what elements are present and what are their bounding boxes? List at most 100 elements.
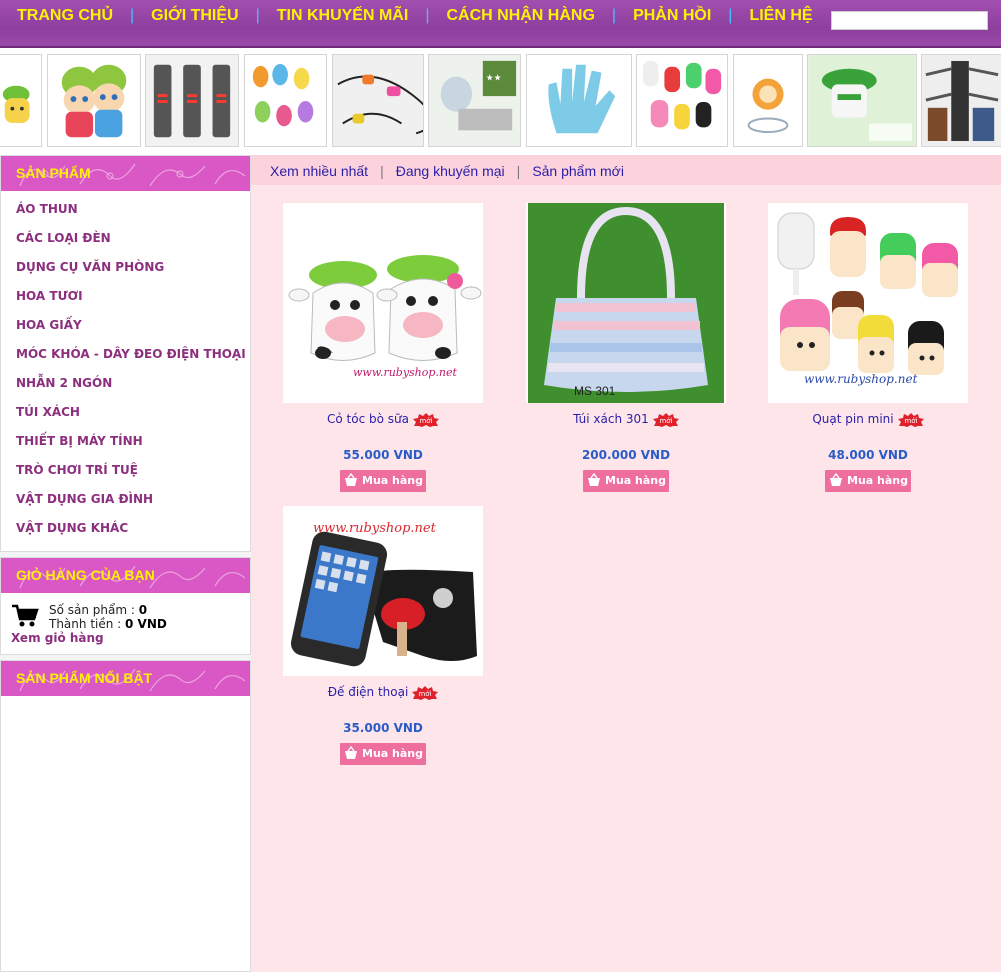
product-price: 55.000 VND xyxy=(343,448,423,462)
search-input[interactable] xyxy=(831,11,988,30)
cart-box-header: GIỎ HÀNG CỦA BẠN xyxy=(1,558,250,593)
banner-thumb-slicer[interactable]: ★★ xyxy=(428,54,521,147)
basket-icon xyxy=(345,746,357,759)
nav-item-contact[interactable]: LIÊN HỆ xyxy=(749,7,812,24)
category-item[interactable]: THIẾT BỊ MÁY TÍNH xyxy=(1,427,250,456)
nav-item-about[interactable]: GIỚI THIỆU xyxy=(151,7,238,24)
featured-box-header: SẢN PHẨM NỔI BẬT xyxy=(1,661,250,696)
tab-on-sale[interactable]: Đang khuyến mại xyxy=(396,163,505,179)
buy-button-label: Mua hàng xyxy=(847,474,908,487)
product-name-row: Đế điện thoại mới xyxy=(283,684,483,700)
cart-total-label: Thành tiền : xyxy=(49,617,122,631)
banner-thumb-fruit-tool[interactable] xyxy=(733,54,803,147)
product-card: MS 301 Túi xách 301 mới 200.000 VND Mua h… xyxy=(526,203,726,492)
category-item[interactable]: CÁC LOẠI ĐÈN xyxy=(1,224,250,253)
top-navigation: TRANG CHỦ | GIỚI THIỆU | TIN KHUYẾN MÃI | CÁCH… xyxy=(0,0,1001,48)
banner-thumb-keychains[interactable] xyxy=(244,54,327,147)
product-name-row: Túi xách 301 mới xyxy=(526,411,726,427)
product-card: www.rubyshop.net Đế điện thoại mới 35.000… xyxy=(283,506,483,765)
nav-separator: | xyxy=(728,7,733,24)
category-box-header: SẢN PHẨM xyxy=(1,156,250,191)
cart-total-value: 0 VND xyxy=(125,617,167,631)
basket-icon xyxy=(345,473,357,486)
nav-item-feedback[interactable]: PHẢN HỒI xyxy=(633,7,711,24)
tab-most-viewed[interactable]: Xem nhiều nhất xyxy=(270,163,368,179)
nav-separator: | xyxy=(255,7,260,24)
product-price: 35.000 VND xyxy=(343,721,423,735)
cart-count-value: 0 xyxy=(138,603,148,617)
basket-icon xyxy=(830,473,842,486)
product-name-row: Quạt pin mini mới xyxy=(768,411,968,427)
new-badge-icon: mới xyxy=(412,412,439,427)
banner-thumb-led-watches[interactable] xyxy=(145,54,239,147)
product-banner-strip: ★★ xyxy=(0,48,1001,152)
category-item[interactable]: MÓC KHÓA - DÂY ĐEO ĐIỆN THOẠI xyxy=(1,340,250,369)
product-image[interactable]: www.rubyshop.net xyxy=(283,203,483,403)
featured-box-title: SẢN PHẨM NỔI BẬT xyxy=(16,670,153,686)
product-name[interactable]: Đế điện thoại xyxy=(328,685,409,699)
tab-separator: | xyxy=(516,163,521,179)
cart-box: GIỎ HÀNG CỦA BẠN Số sản phẩm : 0 Thành t… xyxy=(0,557,251,655)
category-item[interactable]: HOA GIẤY xyxy=(1,311,250,340)
product-name[interactable]: Cỏ tóc bò sữa xyxy=(327,412,409,426)
category-item[interactable]: TRÒ CHƠI TRÍ TUỆ xyxy=(1,456,250,485)
product-image[interactable]: MS 301 xyxy=(526,203,726,403)
featured-box: SẢN PHẨM NỔI BẬT xyxy=(0,660,251,972)
buy-button-label: Mua hàng xyxy=(362,474,423,487)
product-name-row: Cỏ tóc bò sữa mới xyxy=(283,411,483,427)
new-badge-icon: mới xyxy=(652,412,679,427)
category-item[interactable]: VẬT DỤNG KHÁC xyxy=(1,514,250,543)
view-cart-link[interactable]: Xem giỏ hàng xyxy=(11,631,104,645)
buy-button[interactable]: Mua hàng xyxy=(340,470,426,492)
product-price: 48.000 VND xyxy=(828,448,908,462)
category-item[interactable]: VẬT DỤNG GIA ĐÌNH xyxy=(1,485,250,514)
buy-button[interactable]: Mua hàng xyxy=(340,743,426,765)
watermark-text: www.rubyshop.net xyxy=(353,366,458,379)
banner-thumb-hanger[interactable] xyxy=(921,54,1001,147)
category-item[interactable]: TÚI XÁCH xyxy=(1,398,250,427)
cart-summary: Số sản phẩm : 0 Thành tiền : 0 VND Xem g… xyxy=(1,593,250,655)
banner-thumb-mosquito-lamp[interactable] xyxy=(807,54,917,147)
product-name[interactable]: Túi xách 301 xyxy=(573,412,649,426)
svg-text:mới: mới xyxy=(659,417,672,425)
image-caption: MS 301 xyxy=(574,384,616,398)
product-card: www.rubyshop.net Cỏ tóc bò sữa mới 55.000… xyxy=(283,203,483,492)
banner-thumb-plant-pot[interactable] xyxy=(0,54,42,147)
category-item[interactable]: HOA TƯƠI xyxy=(1,282,250,311)
product-name[interactable]: Quạt pin mini xyxy=(812,412,893,426)
shopping-cart-icon xyxy=(12,604,39,627)
product-image[interactable]: www.rubyshop.net xyxy=(768,203,968,403)
buy-button[interactable]: Mua hàng xyxy=(825,470,911,492)
new-badge-icon: mới xyxy=(897,412,924,427)
tab-new-products[interactable]: Sản phẩm mới xyxy=(532,163,624,179)
nav-separator: | xyxy=(611,7,617,24)
banner-thumb-dolls[interactable] xyxy=(47,54,141,147)
banner-thumb-popsicle-fans[interactable] xyxy=(636,54,728,147)
nav-separator: | xyxy=(425,7,430,24)
category-box: SẢN PHẨM ÁO THUN CÁC LOẠI ĐÈN DỤNG CỤ VĂ… xyxy=(0,155,251,552)
category-item[interactable]: NHẪN 2 NGÓN xyxy=(1,369,250,398)
buy-button-label: Mua hàng xyxy=(605,474,666,487)
svg-text:mới: mới xyxy=(904,417,917,425)
buy-button[interactable]: Mua hàng xyxy=(583,470,669,492)
cart-box-title: GIỎ HÀNG CỦA BẠN xyxy=(16,567,155,583)
buy-button-label: Mua hàng xyxy=(362,747,423,760)
cart-count-label: Số sản phẩm : xyxy=(49,603,135,617)
nav-item-home[interactable]: TRANG CHỦ xyxy=(4,7,113,24)
category-list: ÁO THUN CÁC LOẠI ĐÈN DỤNG CỤ VĂN PHÒNG H… xyxy=(1,191,250,543)
nav-item-delivery[interactable]: CÁCH NHẬN HÀNG xyxy=(446,7,594,24)
banner-thumb-cables[interactable] xyxy=(332,54,424,147)
product-price: 200.000 VND xyxy=(581,448,671,462)
nav-item-promotions[interactable]: TIN KHUYẾN MÃI xyxy=(277,7,409,24)
new-badge-icon: mới xyxy=(412,685,439,700)
category-item[interactable]: DỤNG CỤ VĂN PHÒNG xyxy=(1,253,250,282)
category-box-title: SẢN PHẨM xyxy=(16,165,91,181)
tab-separator: | xyxy=(380,163,384,179)
watermark-text: www.rubyshop.net xyxy=(804,372,918,386)
category-item[interactable]: ÁO THUN xyxy=(1,195,250,224)
banner-thumb-glove-brush[interactable] xyxy=(526,54,632,147)
cart-count: Số sản phẩm : 0 xyxy=(49,603,147,617)
svg-text:★★: ★★ xyxy=(486,73,502,83)
product-image[interactable]: www.rubyshop.net xyxy=(283,506,483,676)
svg-text:mới: mới xyxy=(419,690,432,698)
